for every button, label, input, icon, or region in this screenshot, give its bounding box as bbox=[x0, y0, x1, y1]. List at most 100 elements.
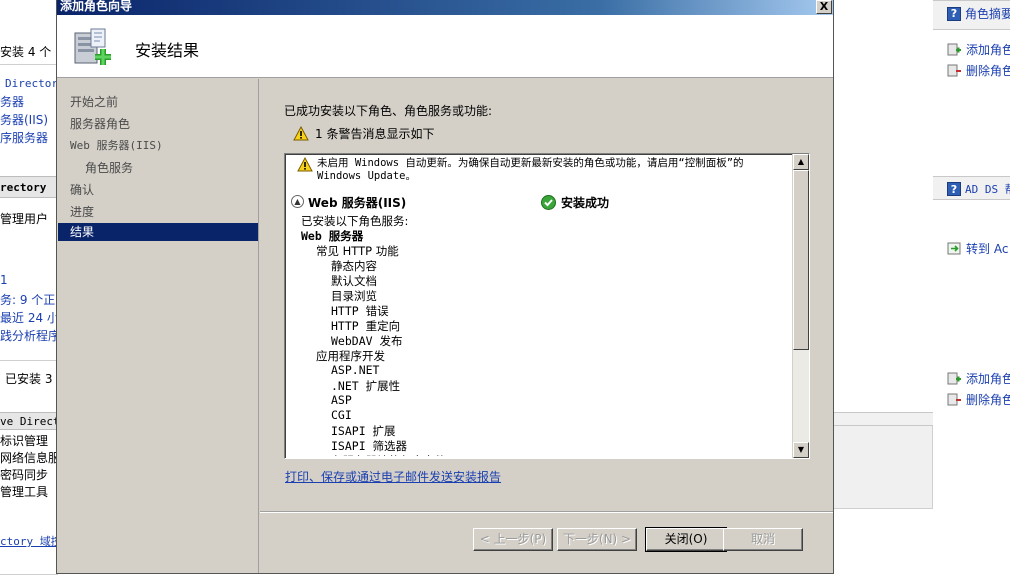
warning-summary: 1 条警告消息显示如下 bbox=[293, 125, 434, 142]
success-check-icon bbox=[541, 195, 556, 210]
bg-divider bbox=[0, 574, 58, 575]
server-add-icon bbox=[74, 28, 111, 65]
bg-installed-count: 安装 4 个 bbox=[0, 45, 52, 59]
scroll-up-button[interactable]: ▲ bbox=[793, 154, 809, 170]
bg-goto-label: 转到 Ac bbox=[966, 242, 1009, 256]
bg-pwd-sync: 密码同步 bbox=[0, 468, 49, 482]
bg-net-info: 网络信息服 bbox=[0, 451, 58, 465]
installed-service-item: 静态内容 bbox=[331, 259, 377, 273]
installed-service-item: HTTP 错误 bbox=[331, 304, 389, 318]
bg-directory-header: rectory bbox=[0, 181, 47, 194]
report-scrollbar[interactable]: ▲ ▼ bbox=[792, 154, 809, 458]
bg-svc-count[interactable]: 务: 9 个正 bbox=[0, 291, 55, 308]
bg-remove-role-label: 删除角色 bbox=[966, 64, 1010, 78]
warning-icon bbox=[293, 126, 309, 141]
bg-recent[interactable]: 最近 24 小 bbox=[0, 309, 58, 326]
wizard-header: 安装结果 bbox=[57, 15, 833, 78]
results-lead-text: 已成功安装以下角色、角色服务或功能: bbox=[284, 104, 493, 118]
bg-table-header bbox=[833, 412, 933, 426]
nav-step-progress[interactable]: 进度 bbox=[70, 203, 94, 220]
close-window-button[interactable]: X bbox=[816, 0, 832, 14]
bg-divider bbox=[0, 360, 58, 361]
installed-service-item: CGI bbox=[331, 408, 352, 422]
background-right-panel: ? 角色摘要 添加角色 删除角色 ? AD DS 帮 转到 Ac 添加角色 删除… bbox=[833, 0, 1010, 584]
bg-bpa[interactable]: 践分析程序 bbox=[0, 327, 58, 344]
section-status: 安装成功 bbox=[541, 194, 609, 211]
update-notice: 未启用 Windows 自动更新。为确保自动更新最新安装的角色或功能，请启用“控… bbox=[297, 157, 787, 183]
add-role-icon bbox=[947, 372, 961, 385]
bg-add-role-label: 添加角色 bbox=[966, 43, 1010, 57]
bg-domain-link[interactable]: ctory 域控 bbox=[0, 533, 58, 549]
add-role-icon bbox=[947, 43, 961, 56]
bg-remove-role2-link[interactable]: 删除角色 bbox=[947, 391, 1010, 408]
go-to-icon bbox=[947, 242, 961, 255]
bg-link-app-server[interactable]: 序服务器 bbox=[0, 129, 48, 146]
bg-table-area bbox=[833, 412, 933, 509]
help-icon: ? bbox=[947, 182, 961, 196]
scroll-down-button[interactable]: ▼ bbox=[793, 442, 809, 458]
bg-goto-link[interactable]: 转到 Ac bbox=[947, 240, 1008, 257]
nav-step-web-server[interactable]: Web 服务器(IIS) bbox=[70, 137, 163, 153]
bg-adds-help-link[interactable]: ? AD DS 帮 bbox=[947, 181, 1010, 197]
bg-add-role2-label: 添加角色 bbox=[966, 372, 1010, 386]
bg-remove-role2-label: 删除角色 bbox=[966, 393, 1010, 407]
results-content: 已成功安装以下角色、角色服务或功能: 1 条警告消息显示如下 未启用 Windo… bbox=[260, 79, 833, 511]
bg-adds-label: AD DS 帮 bbox=[965, 183, 1010, 196]
bg-remove-role-link[interactable]: 删除角色 bbox=[947, 62, 1010, 79]
bg-manage-users: 管理用户 bbox=[0, 212, 49, 226]
add-roles-wizard: 添加角色向导 X 安装结果 开始之前 服务器角色 Web 服务器(IIS) 角色… bbox=[56, 0, 834, 574]
installed-service-item: 常见 HTTP 功能 bbox=[316, 244, 399, 258]
installed-service-item: WebDAV 发布 bbox=[331, 334, 403, 348]
background-left-panel: 安装 4 个 Directory 务器 务器(IIS) 序服务器 rectory… bbox=[0, 0, 58, 584]
installed-service-item: 在服务器端的包含文件 bbox=[331, 453, 446, 456]
wizard-footer: < 上一步(P) 下一步(N) > 关闭(O) 取消 bbox=[260, 511, 833, 573]
help-icon: ? bbox=[947, 6, 961, 21]
warning-summary-text: 1 条警告消息显示如下 bbox=[315, 127, 435, 141]
installed-service-item: Web 服务器 bbox=[301, 229, 364, 243]
installed-service-item: 默认文档 bbox=[331, 274, 377, 288]
bg-id-mgmt: 标识管理 bbox=[0, 434, 49, 448]
installed-service-item: ASP.NET bbox=[331, 363, 380, 377]
cancel-button[interactable]: 取消 bbox=[723, 528, 803, 551]
nav-step-results[interactable]: 结果 bbox=[58, 223, 258, 241]
collapse-icon[interactable]: ▲ bbox=[291, 195, 304, 208]
bg-role-summary-link[interactable]: ? 角色摘要 bbox=[947, 5, 1010, 22]
bg-installed3: 已安装 3 bbox=[5, 372, 53, 386]
section-status-text: 安装成功 bbox=[561, 196, 610, 210]
bg-add-role2-link[interactable]: 添加角色 bbox=[947, 370, 1010, 387]
bg-link-iis[interactable]: 务器(IIS) bbox=[0, 111, 48, 128]
services-intro: 已安装以下角色服务: bbox=[301, 214, 409, 228]
remove-role-icon bbox=[947, 64, 961, 77]
scroll-thumb[interactable] bbox=[793, 170, 809, 350]
bg-role-summary-label: 角色摘要 bbox=[965, 7, 1010, 21]
web-server-section-header[interactable]: ▲ Web 服务器(IIS) 安装成功 bbox=[291, 194, 791, 212]
bg-one[interactable]: 1 bbox=[0, 273, 8, 287]
installation-report[interactable]: 未启用 Windows 自动更新。为确保自动更新最新安装的角色或功能，请启用“控… bbox=[284, 153, 810, 459]
next-button[interactable]: 下一步(N) > bbox=[557, 528, 637, 551]
installed-service-item: .NET 扩展性 bbox=[331, 379, 401, 393]
update-notice-text: 未启用 Windows 自动更新。为确保自动更新最新安装的角色或功能，请启用“控… bbox=[317, 157, 744, 182]
window-title: 添加角色向导 bbox=[60, 0, 133, 13]
nav-step-before-you-begin[interactable]: 开始之前 bbox=[70, 93, 118, 110]
installed-service-item: 目录浏览 bbox=[331, 289, 377, 303]
installed-service-item: HTTP 重定向 bbox=[331, 319, 401, 333]
previous-button[interactable]: < 上一步(P) bbox=[473, 528, 553, 551]
bg-link-server[interactable]: 务器 bbox=[0, 93, 24, 110]
bg-add-role-link[interactable]: 添加角色 bbox=[947, 41, 1010, 58]
nav-step-confirmation[interactable]: 确认 bbox=[70, 181, 94, 198]
bg-col-directory: ve Directo bbox=[0, 415, 58, 428]
close-button[interactable]: 关闭(O) bbox=[645, 527, 727, 552]
title-bar[interactable]: 添加角色向导 X bbox=[57, 0, 833, 15]
installed-service-item: 应用程序开发 bbox=[316, 349, 385, 363]
section-title: Web 服务器(IIS) bbox=[308, 196, 407, 210]
bg-divider bbox=[0, 64, 58, 65]
warning-icon bbox=[297, 157, 313, 172]
nav-step-role-services[interactable]: 角色服务 bbox=[85, 159, 133, 176]
nav-step-server-roles[interactable]: 服务器角色 bbox=[70, 115, 130, 132]
installed-service-item: ISAPI 扩展 bbox=[331, 424, 396, 438]
bg-link-directory[interactable]: Directory bbox=[5, 77, 58, 90]
print-report-link[interactable]: 打印、保存或通过电子邮件发送安装报告 bbox=[285, 468, 501, 485]
remove-role-icon bbox=[947, 393, 961, 406]
installed-service-item: ASP bbox=[331, 393, 352, 407]
bg-mgmt-tools: 管理工具 bbox=[0, 485, 49, 499]
